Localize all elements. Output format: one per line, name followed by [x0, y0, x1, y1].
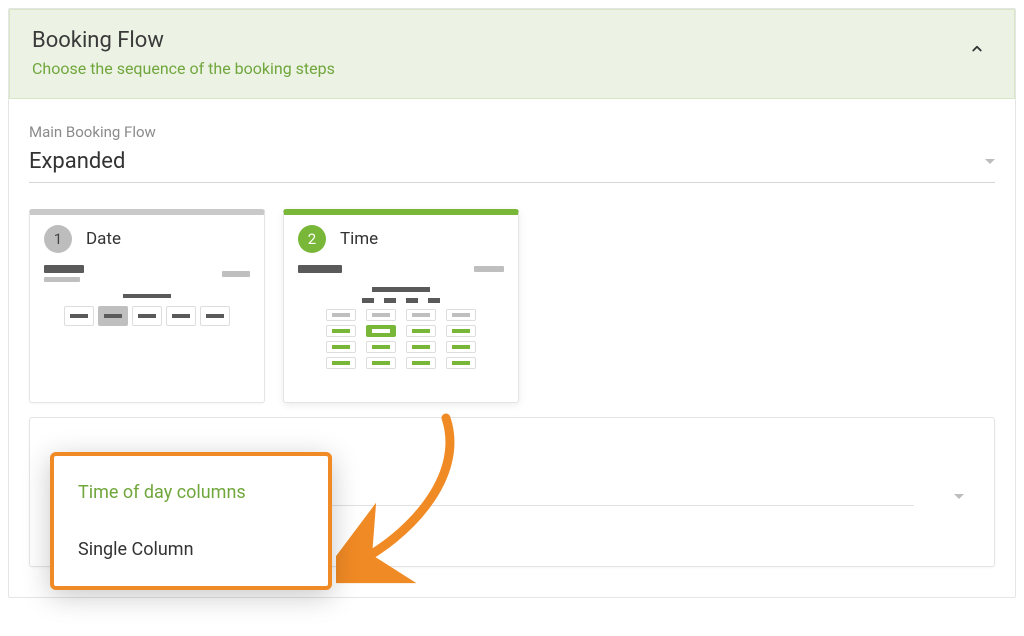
main-flow-select[interactable]: Expanded [29, 145, 995, 183]
panel-header[interactable]: Booking Flow Choose the sequence of the … [9, 9, 1015, 99]
step-number-2: 2 [298, 225, 326, 253]
flow-card-time[interactable]: 2 Time [283, 209, 519, 403]
card-head-date: 1 Date [30, 215, 264, 255]
flow-card-date[interactable]: 1 Date [29, 209, 265, 403]
step-title-time: Time [340, 229, 378, 249]
flow-cards-row: 1 Date [29, 209, 995, 403]
panel-title: Booking Flow [32, 28, 962, 53]
time-layout-dropdown: Time of day columns Single Column [50, 452, 332, 590]
collapse-button[interactable] [962, 34, 992, 64]
time-preview [284, 255, 518, 369]
chevron-up-icon [968, 40, 986, 58]
step-title-date: Date [86, 229, 121, 249]
card-head-time: 2 Time [284, 215, 518, 255]
step-number-1: 1 [44, 225, 72, 253]
main-flow-value: Expanded [29, 149, 125, 174]
dropdown-icon [954, 494, 964, 499]
panel-subtitle: Choose the sequence of the booking steps [32, 59, 962, 78]
panel-header-text: Booking Flow Choose the sequence of the … [32, 28, 962, 78]
dropdown-icon [985, 159, 995, 164]
option-time-of-day-columns[interactable]: Time of day columns [54, 464, 328, 521]
main-flow-label: Main Booking Flow [29, 123, 995, 141]
date-preview [30, 255, 264, 326]
option-single-column[interactable]: Single Column [54, 521, 328, 578]
